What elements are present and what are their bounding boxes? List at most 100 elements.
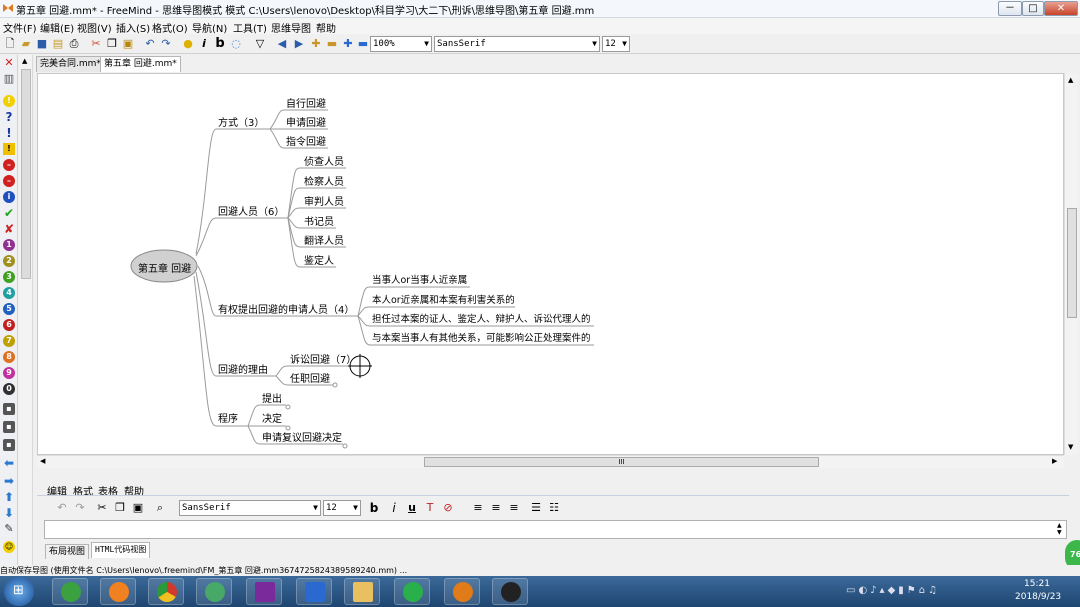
- scroll-right-icon[interactable]: ▶: [1052, 457, 1057, 465]
- menu-help[interactable]: 帮助: [316, 20, 336, 35]
- zoom-out-icon[interactable]: ▬: [356, 37, 370, 51]
- cross-icon[interactable]: ✘: [3, 223, 15, 235]
- menu-edit[interactable]: 编辑(E): [40, 20, 74, 35]
- leaf-node[interactable]: 申请复议回避决定: [262, 429, 342, 444]
- taskbar-wechat[interactable]: [394, 578, 430, 605]
- no-entry-icon[interactable]: –: [3, 175, 15, 187]
- priority-4-icon[interactable]: 4: [3, 287, 15, 299]
- traffic-light-green-icon[interactable]: ▪: [3, 439, 15, 451]
- notes-clear-format-icon[interactable]: ⊘: [441, 501, 455, 515]
- menu-mindmap[interactable]: 思维导图: [271, 20, 311, 35]
- idea-bulb-icon[interactable]: ●: [181, 37, 195, 51]
- leaf-node[interactable]: 鉴定人: [304, 252, 334, 267]
- canvas-horizontal-scrollbar[interactable]: ◀ III ▶: [37, 455, 1064, 468]
- notes-underline-icon[interactable]: u: [405, 501, 419, 515]
- leaf-node[interactable]: 书记员: [304, 213, 334, 228]
- notes-font-select[interactable]: SansSerif ▼: [179, 500, 321, 516]
- arrow-back-icon[interactable]: ⬅: [3, 457, 15, 469]
- taskbar-ie[interactable]: [52, 578, 88, 605]
- notes-find-icon[interactable]: ⌕: [153, 501, 167, 515]
- notes-italic-icon[interactable]: i: [387, 501, 401, 515]
- traffic-light-red-icon[interactable]: ▪: [3, 403, 15, 415]
- canvas-vertical-scrollbar[interactable]: ▲ ▼: [1064, 73, 1078, 455]
- branch-node-reasons[interactable]: 回避的理由: [218, 361, 268, 376]
- cloud-icon[interactable]: ◌: [229, 37, 243, 51]
- tab-html-code-view[interactable]: HTML代码视图: [91, 542, 151, 558]
- cut-icon[interactable]: ✂: [89, 37, 103, 51]
- maximize-button[interactable]: □: [1022, 1, 1044, 16]
- notes-spinner-icon[interactable]: ▲ ▼: [1057, 522, 1062, 536]
- scroll-thumb[interactable]: [1067, 208, 1077, 318]
- menu-tools[interactable]: 工具(T): [233, 20, 267, 35]
- notes-size-select[interactable]: 12 ▼: [323, 500, 361, 516]
- filter-icon[interactable]: ▽: [253, 37, 267, 51]
- priority-1-icon[interactable]: 1: [3, 239, 15, 251]
- taskbar-explorer[interactable]: [344, 578, 380, 605]
- info-icon[interactable]: i: [3, 191, 15, 203]
- menu-format[interactable]: 格式(O): [152, 20, 188, 35]
- branch-node-applicants[interactable]: 有权提出回避的申请人员（4）: [218, 301, 354, 316]
- clock-date[interactable]: 2018/9/23: [1015, 592, 1061, 602]
- bullet-list-icon[interactable]: ☰: [529, 501, 543, 515]
- align-center-icon[interactable]: ≡: [489, 501, 503, 515]
- branch-node-procedure[interactable]: 程序: [218, 410, 238, 425]
- taskbar-onenote[interactable]: [246, 578, 282, 605]
- notes-text-area[interactable]: [44, 520, 1067, 539]
- undo-icon[interactable]: ↶: [143, 37, 157, 51]
- priority-3-icon[interactable]: 3: [3, 271, 15, 283]
- pencil-icon[interactable]: ✎: [3, 523, 15, 535]
- italic-icon[interactable]: i: [197, 37, 211, 51]
- exclamation-icon[interactable]: !: [3, 127, 15, 139]
- leaf-node[interactable]: 检察人员: [304, 173, 344, 188]
- copy-icon[interactable]: ❐: [105, 37, 119, 51]
- arrow-down-icon[interactable]: ⬇: [3, 507, 15, 519]
- notes-text-color-icon[interactable]: T: [423, 501, 437, 515]
- redo-icon[interactable]: ↷: [159, 37, 173, 51]
- close-button[interactable]: ✕: [1044, 1, 1078, 16]
- notes-paste-icon[interactable]: ▣: [131, 501, 145, 515]
- minimize-button[interactable]: －: [998, 1, 1022, 16]
- branch-node-recusal-persons[interactable]: 回避人员（6）: [218, 203, 284, 218]
- priority-2-icon[interactable]: 2: [3, 255, 15, 267]
- tab-wanmei-hetong[interactable]: 完美合同.mm*: [36, 56, 105, 72]
- icon-palette-scrollbar[interactable]: ▲: [19, 55, 33, 565]
- numbered-list-icon[interactable]: ☷: [547, 501, 561, 515]
- notes-redo-icon[interactable]: ↷: [73, 501, 87, 515]
- leaf-node[interactable]: 诉讼回避（7）: [290, 351, 356, 366]
- leaf-node[interactable]: 申请回避: [286, 114, 326, 129]
- notes-bold-icon[interactable]: b: [367, 501, 381, 515]
- menu-view[interactable]: 视图(V): [77, 20, 112, 35]
- taskbar-qq[interactable]: [492, 578, 528, 605]
- bold-icon[interactable]: b: [213, 37, 227, 51]
- menu-insert[interactable]: 插入(S): [116, 20, 150, 35]
- taskbar-chrome[interactable]: [148, 578, 184, 605]
- scroll-left-icon[interactable]: ◀: [40, 457, 45, 465]
- leaf-node[interactable]: 侦查人员: [304, 153, 344, 168]
- start-button[interactable]: ⊞: [4, 577, 34, 606]
- arrow-forward-icon[interactable]: ➡: [3, 475, 15, 487]
- arrow-up-icon[interactable]: ⬆: [3, 491, 15, 503]
- font-size-select[interactable]: 12 ▼: [602, 36, 630, 52]
- open-folder-icon[interactable]: ▰: [19, 37, 33, 51]
- taskbar-word[interactable]: [296, 578, 332, 605]
- tab-layout-view[interactable]: 布局视图: [45, 544, 90, 559]
- print-icon[interactable]: ⎙: [67, 37, 81, 51]
- scroll-thumb[interactable]: III: [424, 457, 819, 467]
- priority-6-icon[interactable]: 6: [3, 319, 15, 331]
- zoom-select[interactable]: 100% ▼: [370, 36, 432, 52]
- save-icon[interactable]: ■: [35, 37, 49, 51]
- stop-icon[interactable]: –: [3, 159, 15, 171]
- root-node[interactable]: 第五章 回避: [138, 260, 191, 275]
- scroll-up-icon[interactable]: ▲: [22, 57, 27, 65]
- align-left-icon[interactable]: ≡: [471, 501, 485, 515]
- clock-time[interactable]: 15:21: [1024, 579, 1050, 589]
- scroll-thumb[interactable]: [21, 69, 31, 279]
- traffic-light-yellow-icon[interactable]: ▪: [3, 421, 15, 433]
- notes-cut-icon[interactable]: ✂: [95, 501, 109, 515]
- priority-7-icon[interactable]: 7: [3, 335, 15, 347]
- warning-icon[interactable]: !: [3, 143, 15, 155]
- taskbar-app-orange[interactable]: [100, 578, 136, 605]
- font-family-select[interactable]: SansSerif ▼: [434, 36, 600, 52]
- leaf-node[interactable]: 提出: [262, 390, 282, 405]
- tab-chapter5-recusal[interactable]: 第五章 回避.mm*: [100, 56, 181, 72]
